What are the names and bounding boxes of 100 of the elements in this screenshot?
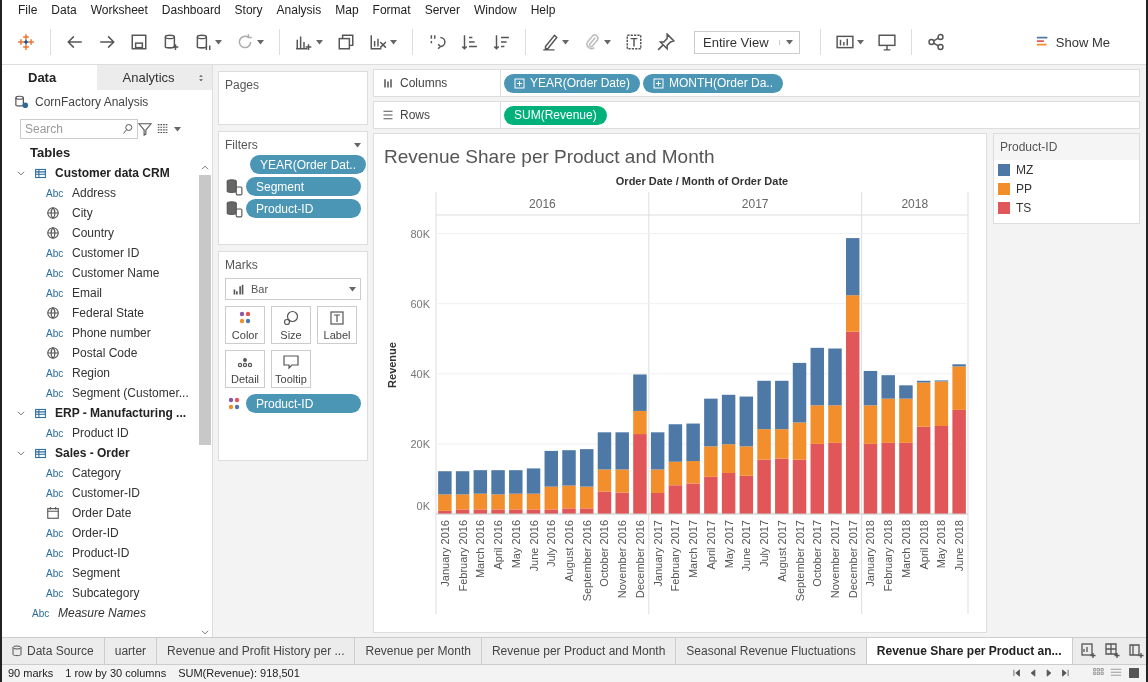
last-page-icon[interactable]: [1060, 668, 1070, 678]
mark-property-button[interactable]: Label: [317, 306, 357, 344]
pin-icon: [657, 33, 675, 51]
caret-icon[interactable]: [604, 39, 611, 45]
menu-item[interactable]: Dashboard: [161, 3, 221, 17]
year-header: 2017: [741, 197, 769, 211]
up-down-icon[interactable]: [196, 72, 206, 83]
month-label: February 2018: [882, 520, 895, 592]
caret-icon[interactable]: [856, 39, 864, 45]
menu-item[interactable]: Analysis: [276, 3, 322, 17]
paperclip-icon: [583, 33, 601, 51]
legend-title: Product-ID: [994, 134, 1139, 160]
menu-item[interactable]: Window: [473, 3, 517, 17]
string-type-icon: Abc: [46, 587, 64, 599]
new-story-icon[interactable]: [1128, 643, 1145, 659]
save-icon: [130, 33, 148, 51]
caret-icon[interactable]: [316, 39, 323, 45]
size-icon: [283, 310, 299, 325]
field-name[interactable]: Product-ID: [72, 546, 130, 560]
view-mode-dropdown[interactable]: Entire View: [694, 30, 800, 54]
field-name[interactable]: Order-ID: [72, 526, 119, 540]
bar-segment: [473, 470, 488, 494]
field-name[interactable]: Customer ID: [72, 246, 140, 260]
show-me-button[interactable]: Show Me: [1029, 33, 1116, 51]
caret-icon[interactable]: [390, 39, 397, 45]
bar-segment: [615, 492, 629, 514]
table-name[interactable]: Customer data CRM: [55, 166, 170, 180]
month-label: April 2018: [917, 520, 930, 570]
field-name[interactable]: Country: [72, 226, 115, 240]
field-name[interactable]: Postal Code: [72, 346, 138, 360]
chevron-down-icon: [200, 627, 210, 637]
menu-item[interactable]: Map: [335, 3, 359, 17]
table-name[interactable]: ERP - Manufacturing ...: [55, 406, 187, 420]
caret-icon[interactable]: [174, 126, 181, 132]
field-name[interactable]: Subcategory: [72, 586, 140, 600]
caret-icon[interactable]: [349, 286, 356, 292]
caret-icon[interactable]: [785, 39, 793, 45]
menu-item[interactable]: Story: [234, 3, 263, 17]
caret-icon[interactable]: [215, 39, 222, 45]
string-type-icon: Abc: [32, 607, 50, 619]
single-view-icon[interactable]: [1128, 667, 1140, 679]
detail-dots-icon: [237, 357, 253, 367]
field-name[interactable]: Order Date: [72, 506, 132, 520]
caret-icon[interactable]: [257, 39, 264, 45]
field-name[interactable]: Segment: [72, 566, 121, 580]
mark-property-button[interactable]: Tooltip: [271, 350, 311, 388]
field-name[interactable]: Federal State: [72, 306, 145, 320]
mark-property-button[interactable]: Color: [225, 306, 265, 344]
menu-item[interactable]: Format: [372, 3, 411, 17]
field-name[interactable]: Customer Name: [72, 266, 160, 280]
field-name[interactable]: Phone number: [72, 326, 151, 340]
sheet-tab[interactable]: Revenue Share per Product an...: [866, 638, 1073, 664]
chevron-down-icon[interactable]: [16, 408, 26, 418]
month-label: March 2016: [474, 520, 487, 579]
field-name[interactable]: Category: [72, 466, 121, 480]
bar-segment: [704, 476, 718, 514]
menu-item[interactable]: Worksheet: [90, 3, 148, 17]
field-name[interactable]: Customer-ID: [72, 486, 140, 500]
chevron-down-icon[interactable]: [16, 448, 26, 458]
filter-icon[interactable]: [138, 122, 152, 136]
mark-property-button[interactable]: Detail: [225, 350, 265, 388]
field-name[interactable]: Segment (Customer...: [72, 386, 189, 400]
field-name[interactable]: City: [72, 206, 93, 220]
datasource-name[interactable]: CornFactory Analysis: [35, 94, 149, 109]
next-icon[interactable]: [1044, 668, 1054, 678]
bar-segment: [650, 492, 665, 514]
search-field[interactable]: Search: [20, 119, 138, 139]
caret-icon[interactable]: [562, 39, 569, 45]
presentation-icon: [877, 33, 896, 51]
field-name[interactable]: Email: [72, 286, 102, 300]
mark-type-dropdown[interactable]: Bar: [225, 278, 361, 300]
field-name[interactable]: Region: [72, 366, 111, 380]
bar-segment: [739, 475, 754, 514]
pane-tab[interactable]: Analytics: [96, 65, 212, 90]
caret-icon[interactable]: [354, 142, 361, 148]
menu-item[interactable]: File: [18, 3, 38, 17]
table-name[interactable]: Sales - Order: [55, 446, 130, 460]
status-text: SUM(Revenue): 918,501: [178, 667, 300, 679]
new-dashboard-icon[interactable]: [1104, 643, 1121, 659]
month-label: February 2016: [456, 520, 469, 592]
chevron-down-icon[interactable]: [16, 168, 26, 178]
first-page-icon[interactable]: [1012, 668, 1022, 678]
menu-item[interactable]: Data: [51, 3, 77, 17]
menu-item[interactable]: Help: [530, 3, 556, 17]
cards-icon: [835, 33, 854, 51]
card-title: Pages: [225, 78, 260, 92]
field-name[interactable]: Measure Names: [58, 606, 147, 620]
new-worksheet-icon[interactable]: [1080, 643, 1097, 659]
card-title: Marks: [225, 258, 258, 272]
previous-icon[interactable]: [1028, 668, 1038, 678]
field-name[interactable]: Product ID: [72, 426, 129, 440]
field-name[interactable]: Address: [72, 186, 117, 200]
mark-property-button[interactable]: Size: [271, 306, 311, 344]
menu-item[interactable]: Server: [424, 3, 460, 17]
month-label: November 2016: [616, 520, 629, 599]
axis-tick-label: 20K: [410, 437, 430, 450]
scrollbar[interactable]: [198, 163, 212, 637]
string-type-icon: Abc: [46, 427, 64, 439]
list-view-icon[interactable]: [156, 122, 170, 136]
forward-arrow-icon: [98, 33, 116, 51]
